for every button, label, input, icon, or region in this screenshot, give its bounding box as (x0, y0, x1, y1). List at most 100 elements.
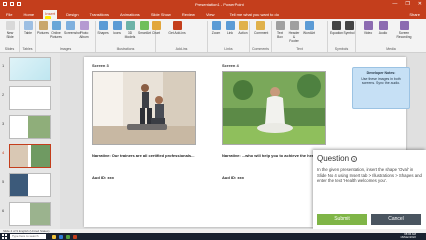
text-box-icon (275, 21, 285, 30)
save-icon[interactable] (3, 2, 7, 6)
screen-recording-button[interactable]: Screen Recording (392, 21, 416, 39)
submit-button[interactable]: Submit (317, 214, 367, 225)
tab-slide-show[interactable]: Slide Show (149, 11, 173, 18)
windows-start-icon[interactable] (2, 234, 7, 239)
maximize-button[interactable]: ❐ (405, 1, 409, 7)
trainer-image (93, 72, 195, 144)
window-controls: — ❐ ✕ (392, 1, 422, 7)
close-button[interactable]: ✕ (418, 1, 422, 7)
slide-thumbnail[interactable] (9, 57, 51, 81)
header-footer-icon (289, 21, 299, 30)
shapes-button[interactable]: Shapes (97, 21, 109, 35)
tab-transitions[interactable]: Transitions (88, 11, 111, 18)
slide-thumbnail[interactable] (9, 115, 51, 139)
taskbar-clock: 08:06 AM 16/Mar/2022 (400, 232, 416, 240)
smartart-icon (139, 21, 149, 30)
question-text: In the given presentation, insert the sh… (317, 167, 422, 183)
question-panel: Question? In the given presentation, ins… (313, 150, 426, 229)
help-icon[interactable]: ? (351, 155, 358, 162)
new-slide-button[interactable]: New Slide (4, 21, 16, 39)
undo-icon[interactable] (10, 2, 14, 6)
chart-icon (151, 21, 161, 30)
tab-view[interactable]: View (204, 11, 217, 18)
question-title: Question? (317, 154, 358, 163)
trainer-photo[interactable] (92, 71, 196, 145)
header-footer-button[interactable]: Header & Footer (288, 21, 300, 43)
wordart-button[interactable]: WordArt (303, 21, 315, 35)
thumbnail-number: 5 (2, 179, 5, 184)
slide-thumbnail[interactable] (9, 202, 51, 226)
text-box-button[interactable]: Text Box (274, 21, 286, 39)
title-bar: Presentation1 - PowerPoint — ❐ ✕ (0, 0, 426, 9)
video-button[interactable]: Video (362, 21, 374, 35)
narrative-left: Narrative: Our trainers are all certifie… (92, 153, 195, 158)
edge-icon[interactable] (59, 234, 63, 239)
window-title: Presentation1 - PowerPoint (195, 2, 244, 7)
slide-thumbnail[interactable] (9, 173, 51, 197)
quick-access-toolbar (3, 2, 21, 6)
screen-label: Screen 4 (222, 63, 239, 68)
symbol-button[interactable]: Symbol (343, 21, 355, 35)
photo-album-button[interactable]: Photo Album (78, 21, 90, 39)
symbol-icon (344, 21, 354, 30)
3d-models-icon (125, 21, 135, 30)
zoom-icon (211, 21, 221, 30)
equation-icon (331, 21, 341, 30)
cancel-button[interactable]: Cancel (371, 214, 421, 225)
online-pictures-button[interactable]: Online Pictures (50, 21, 62, 39)
comment-button[interactable]: Comment (254, 21, 268, 35)
audio-button[interactable]: Audio (377, 21, 389, 35)
icons-icon (112, 21, 122, 30)
table-button[interactable]: Table (22, 21, 34, 35)
thumbnail-number: 1 (2, 63, 5, 68)
comment-icon (255, 21, 265, 30)
chart-button[interactable]: Chart (150, 21, 162, 35)
smartart-button[interactable]: SmartArt (138, 21, 151, 35)
online-pictures-icon (51, 21, 61, 30)
screen-recording-icon (399, 21, 409, 30)
ribbon: Slides Tables Images Illustrations Add-i… (0, 19, 426, 53)
screenshot-button[interactable]: Screenshot (64, 21, 81, 35)
pictures-button[interactable]: Pictures (37, 21, 49, 35)
screen-label: Screen 3 (92, 63, 109, 68)
thumbnail-number: 3 (2, 121, 5, 126)
thumbnail-number: 6 (2, 208, 5, 213)
powerpoint-taskbar-icon[interactable] (73, 234, 77, 239)
developer-notes: Developer Notes: Use these images in bot… (352, 67, 410, 109)
icons-button[interactable]: Icons (111, 21, 123, 35)
tab-home[interactable]: Home (21, 11, 36, 18)
redo-icon[interactable] (17, 2, 21, 6)
action-button[interactable]: Action (237, 21, 249, 35)
video-icon (363, 21, 373, 30)
photo-album-icon (79, 21, 89, 30)
shapes-icon (98, 21, 108, 30)
tab-file[interactable]: File (4, 11, 14, 18)
zoom-button[interactable]: Zoom (210, 21, 222, 35)
taskbar-search-input[interactable]: Type here to search (10, 234, 46, 239)
new-slide-icon (5, 21, 15, 30)
windows-taskbar: Type here to search 08:06 AM 16/Mar/2022 (0, 232, 426, 240)
link-button[interactable]: Link (224, 21, 236, 35)
chrome-icon[interactable] (66, 234, 70, 239)
tab-design[interactable]: Design (64, 11, 80, 18)
pictures-icon (38, 21, 48, 30)
slide-thumbnail[interactable] (9, 86, 51, 110)
tab-animations[interactable]: Animations (118, 11, 142, 18)
audio-id-left: Aud ID: xxx (92, 175, 115, 180)
file-explorer-icon[interactable] (52, 234, 56, 239)
share-button[interactable]: Share (409, 12, 420, 17)
slide-thumbnail[interactable] (9, 144, 51, 168)
thumbnail-number: 4 (2, 150, 5, 155)
tell-me-search[interactable]: Tell me what you want to do (230, 12, 279, 17)
get-add-ins-button[interactable]: Get Add-ins (167, 21, 187, 35)
ribbon-tabs: File Home Insert Design Transitions Anim… (0, 9, 426, 19)
minimize-button[interactable]: — (392, 1, 397, 7)
developer-notes-title: Developer Notes: (366, 71, 396, 75)
action-icon (238, 21, 248, 30)
add-ins-icon (172, 21, 182, 30)
thumbnail-number: 2 (2, 92, 5, 97)
meditation-photo[interactable] (222, 71, 326, 145)
tab-review[interactable]: Review (180, 11, 197, 18)
equation-button[interactable]: Equation (330, 21, 343, 35)
3d-models-button[interactable]: 3D Models (124, 21, 136, 39)
